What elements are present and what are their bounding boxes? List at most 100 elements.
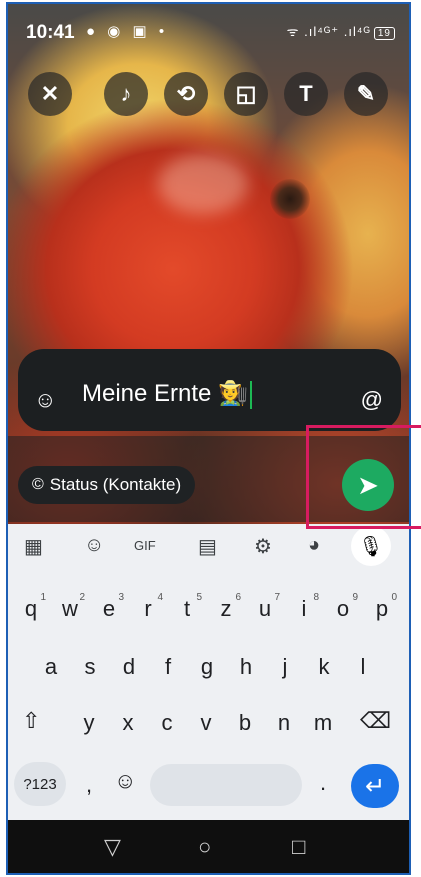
music-icon: ♪ [120, 81, 132, 106]
key-b[interactable]: b [228, 710, 262, 736]
key-number-hint: 8 [313, 592, 319, 603]
apple-stem [270, 179, 310, 219]
gif-icon[interactable]: GIF [134, 538, 156, 553]
sticker-button[interactable]: ◱ [224, 72, 268, 116]
photo-highlight [158, 154, 248, 214]
enter-key[interactable]: ↵ [351, 764, 399, 808]
draw-button[interactable]: ✎ [344, 72, 388, 116]
status-audience-label: Status (Kontakte) [49, 475, 182, 494]
key-letter: i [301, 596, 307, 621]
pencil-icon: ✎ [356, 81, 376, 106]
key-number-hint: 7 [274, 592, 280, 603]
key-p[interactable]: p0 [365, 592, 399, 622]
key-letter: t [183, 596, 191, 621]
signal-icons: ᯤ .ıl⁴ᴳ⁺ .ıl⁴ᴳ 19 [287, 22, 395, 40]
key-letter: q [24, 596, 38, 621]
key-c[interactable]: c [150, 710, 184, 736]
status-bar: 10:41 ● ◉ ▣ • ᯤ .ıl⁴ᴳ⁺ .ıl⁴ᴳ 19 [8, 4, 409, 62]
navigation-bar: ▽ ○ □ [8, 820, 409, 873]
key-v[interactable]: v [189, 710, 223, 736]
key-letter: r [144, 596, 152, 621]
keyboard: ▦ ☺ GIF ▤ ⚙ ◕ 🎙 q1w2e3r4t5z6u7i8o9p0 asd… [8, 524, 409, 820]
mic-glyph: 🎙 [358, 535, 384, 558]
crop-rotate-icon: ⟲ [176, 81, 196, 106]
key-d[interactable]: d [112, 654, 146, 680]
caption-text: Meine Ernte 🧑‍🌾 [82, 380, 248, 407]
clipboard-icon[interactable]: ▤ [198, 534, 217, 559]
caption-field[interactable]: ☺ Meine Ernte 🧑‍🌾 @ [18, 349, 401, 431]
shift-icon[interactable]: ⇧ [22, 708, 40, 734]
key-f[interactable]: f [151, 654, 185, 680]
key-number-hint: 5 [196, 592, 202, 603]
key-letter: e [102, 596, 116, 621]
key-h[interactable]: h [229, 654, 263, 680]
key-t[interactable]: t5 [170, 592, 204, 622]
status-audience-button[interactable]: © Status (Kontakte) [18, 466, 196, 504]
key-number-hint: 6 [235, 592, 241, 603]
caption-input[interactable]: Meine Ernte 🧑‍🌾 [82, 379, 252, 409]
key-letter: o [336, 596, 350, 621]
key-w[interactable]: w2 [53, 592, 87, 622]
key-x[interactable]: x [111, 710, 145, 736]
key-letter: p [375, 596, 389, 621]
microphone-icon[interactable]: 🎙 [351, 526, 391, 566]
key-letter: z [220, 596, 232, 621]
emoji-sticker-icon[interactable]: ☺ [84, 534, 104, 557]
key-u[interactable]: u7 [248, 592, 282, 622]
crop-rotate-button[interactable]: ⟲ [164, 72, 208, 116]
numbers-key[interactable]: ?123 [14, 762, 66, 806]
key-o[interactable]: o9 [326, 592, 360, 622]
close-button[interactable]: ✕ [28, 72, 72, 116]
back-icon[interactable]: ▽ [104, 834, 121, 860]
space-bar[interactable] [150, 764, 302, 806]
key-g[interactable]: g [190, 654, 224, 680]
key-q[interactable]: q1 [14, 592, 48, 622]
key-l[interactable]: l [346, 654, 380, 680]
apps-grid-icon[interactable]: ▦ [24, 534, 43, 559]
sticker-icon: ◱ [235, 81, 257, 106]
mention-icon[interactable]: @ [361, 387, 383, 413]
key-e[interactable]: e3 [92, 592, 126, 622]
clock: 10:41 [26, 22, 75, 43]
key-s[interactable]: s [73, 654, 107, 680]
battery-icon: 19 [373, 27, 395, 40]
enter-icon: ↵ [364, 772, 386, 800]
recents-icon[interactable]: □ [292, 834, 305, 860]
backspace-icon[interactable]: ⌫ [360, 708, 391, 734]
settings-gear-icon[interactable]: ⚙ [254, 534, 272, 559]
text-icon: T [299, 81, 313, 106]
emoji-key-icon[interactable]: ☺ [114, 768, 136, 794]
key-z[interactable]: z6 [209, 592, 243, 622]
keyboard-toolbar: ▦ ☺ GIF ▤ ⚙ ◕ 🎙 [8, 524, 409, 570]
text-cursor [249, 380, 252, 409]
key-number-hint: 4 [157, 592, 163, 603]
key-number-hint: 2 [79, 592, 85, 603]
key-n[interactable]: n [267, 710, 301, 736]
key-r[interactable]: r4 [131, 592, 165, 622]
key-k[interactable]: k [307, 654, 341, 680]
music-button[interactable]: ♪ [104, 72, 148, 116]
key-a[interactable]: a [34, 654, 68, 680]
home-icon[interactable]: ○ [198, 834, 211, 860]
close-icon: ✕ [40, 81, 60, 106]
text-button[interactable]: T [284, 72, 328, 116]
privacy-icon: © [32, 476, 44, 493]
key-j[interactable]: j [268, 654, 302, 680]
key-y[interactable]: y [72, 710, 106, 736]
notification-icons: ● ◉ ▣ • [86, 23, 169, 40]
key-letter: u [258, 596, 272, 621]
key-number-hint: 0 [391, 592, 397, 603]
numbers-key-label: ?123 [23, 775, 57, 793]
theme-palette-icon[interactable]: ◕ [308, 534, 320, 557]
key-number-hint: 3 [118, 592, 124, 603]
key-i[interactable]: i8 [287, 592, 321, 622]
key-m[interactable]: m [306, 710, 340, 736]
emoji-icon[interactable]: ☺ [34, 387, 56, 413]
key-number-hint: 9 [352, 592, 358, 603]
key-letter: w [62, 596, 78, 621]
period-key[interactable]: . [320, 770, 326, 796]
comma-key[interactable]: , [86, 772, 92, 798]
send-highlight-box [306, 425, 421, 529]
signal-icon: ᯤ .ıl⁴ᴳ⁺ .ıl⁴ᴳ [286, 24, 371, 39]
key-number-hint: 1 [40, 592, 46, 603]
